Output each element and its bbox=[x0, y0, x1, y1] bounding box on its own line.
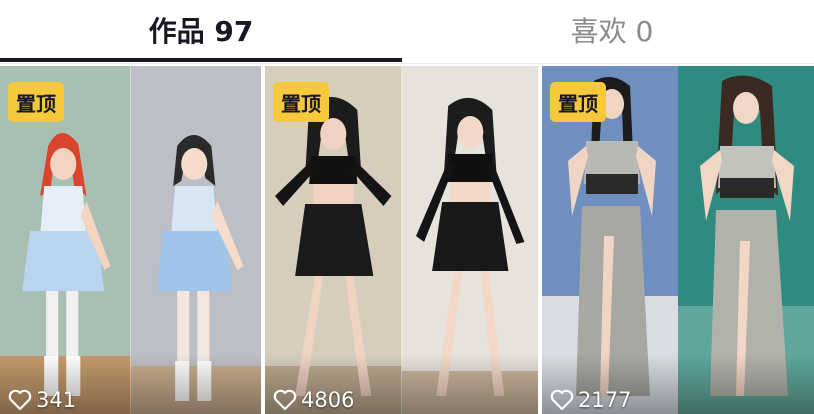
pinned-badge: 置顶 bbox=[273, 82, 329, 122]
tab-works-label: 作品 97 bbox=[148, 15, 254, 48]
pinned-badge: 置顶 bbox=[550, 82, 606, 122]
tab-divider bbox=[0, 63, 814, 64]
video-card[interactable]: 置顶 2177 bbox=[542, 66, 814, 414]
heart-outline-icon bbox=[550, 389, 574, 411]
tab-likes[interactable]: 喜欢 0 bbox=[410, 0, 814, 60]
profile-tabs: 作品 97 喜欢 0 bbox=[0, 0, 814, 64]
active-tab-indicator bbox=[0, 58, 402, 62]
like-count-value: 341 bbox=[36, 388, 77, 412]
tab-works[interactable]: 作品 97 bbox=[0, 0, 402, 60]
video-card[interactable]: 置顶 341 bbox=[0, 66, 261, 414]
pinned-badge: 置顶 bbox=[8, 82, 64, 122]
like-count: 2177 bbox=[550, 386, 631, 414]
video-card[interactable]: 置顶 4806 bbox=[265, 66, 538, 414]
heart-outline-icon bbox=[273, 389, 297, 411]
video-grid: 置顶 341 置顶 4806 置顶 2177 bbox=[0, 66, 814, 414]
like-count-value: 2177 bbox=[578, 388, 632, 412]
like-count-value: 4806 bbox=[301, 388, 355, 412]
like-count: 341 bbox=[8, 386, 76, 414]
like-count: 4806 bbox=[273, 386, 354, 414]
tab-likes-label: 喜欢 0 bbox=[570, 15, 654, 48]
heart-outline-icon bbox=[8, 389, 32, 411]
